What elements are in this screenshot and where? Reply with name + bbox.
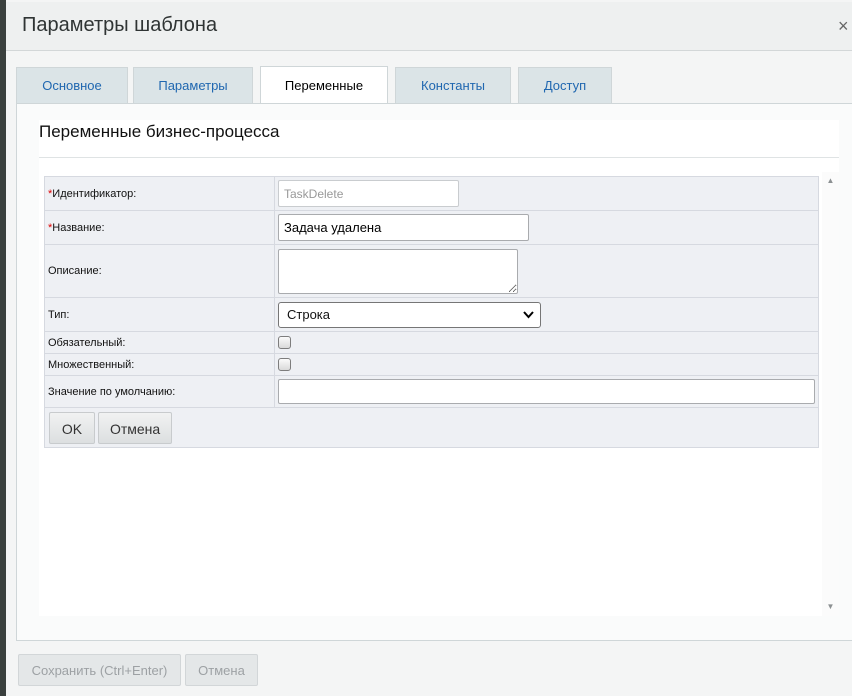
id-label-cell: *Идентификатор: <box>44 176 275 211</box>
default-label: Значение по умолчанию: <box>48 385 176 398</box>
multiple-value-cell <box>274 353 819 376</box>
form-row-multiple: Множественный: <box>44 353 819 376</box>
dialog-title: Параметры шаблона <box>22 14 218 36</box>
tab-access[interactable]: Доступ <box>518 67 612 103</box>
description-label: Описание: <box>48 265 102 277</box>
tab-panel-variables: Переменные бизнес-процесса *Идентификато… <box>16 103 852 641</box>
name-value-cell <box>274 210 819 245</box>
name-input[interactable] <box>278 214 529 241</box>
form-row-id: *Идентификатор: <box>44 176 819 211</box>
form-row-actions: OK Отмена <box>44 407 819 448</box>
description-label-cell: Описание: <box>44 244 275 298</box>
default-value-input[interactable] <box>278 379 815 404</box>
type-value-cell: Строка <box>274 297 819 332</box>
id-label: Идентификатор: <box>52 187 137 200</box>
description-value-cell <box>274 244 819 298</box>
chevron-down-icon <box>523 303 534 335</box>
form-row-name: *Название: <box>44 210 819 245</box>
heading-divider <box>39 157 839 158</box>
multiple-checkbox[interactable] <box>278 358 291 371</box>
required-label-cell: Обязательный: <box>44 331 275 354</box>
required-value-cell <box>274 331 819 354</box>
required-checkbox[interactable] <box>278 336 291 349</box>
form-row-description: Описание: <box>44 244 819 298</box>
tab-variables[interactable]: Переменные <box>260 66 388 104</box>
type-label-cell: Тип: <box>44 297 275 332</box>
required-label: Обязательный: <box>48 336 126 349</box>
name-label-cell: *Название: <box>44 210 275 245</box>
variable-form: *Идентификатор: *Название: <box>44 176 819 448</box>
tab-parameters[interactable]: Параметры <box>133 67 253 103</box>
form-row-type: Тип: Строка <box>44 297 819 332</box>
variables-content: Переменные бизнес-процесса *Идентификато… <box>39 120 839 616</box>
multiple-label-cell: Множественный: <box>44 353 275 376</box>
id-value-cell <box>274 176 819 211</box>
dialog-title-bar: Параметры шаблона × <box>6 2 852 51</box>
actions-cell: OK Отмена <box>44 407 819 448</box>
ok-button[interactable]: OK <box>49 411 95 444</box>
multiple-label: Множественный: <box>48 358 135 371</box>
vertical-scrollbar[interactable]: ▲ ▼ <box>822 172 839 616</box>
save-button[interactable]: Сохранить (Ctrl+Enter) <box>18 654 181 686</box>
default-value-cell <box>274 375 819 408</box>
type-selected-value: Строка <box>287 306 331 322</box>
type-label: Тип: <box>48 308 70 321</box>
name-label: Название: <box>52 221 105 234</box>
section-heading: Переменные бизнес-процесса <box>39 122 280 141</box>
dialog-cancel-button[interactable]: Отмена <box>185 654 258 686</box>
form-row-default: Значение по умолчанию: <box>44 375 819 408</box>
id-input <box>278 180 459 207</box>
close-icon[interactable]: × <box>838 17 849 35</box>
scroll-down-icon[interactable]: ▼ <box>822 602 839 611</box>
tab-constants[interactable]: Константы <box>395 67 511 103</box>
form-cancel-button[interactable]: Отмена <box>98 411 173 444</box>
default-label-cell: Значение по умолчанию: <box>44 375 275 408</box>
form-row-required: Обязательный: <box>44 331 819 354</box>
template-parameters-dialog: Параметры шаблона × Основное Параметры П… <box>6 0 852 696</box>
type-select[interactable]: Строка <box>278 301 541 328</box>
description-textarea[interactable] <box>278 248 518 294</box>
scroll-up-icon[interactable]: ▲ <box>822 176 839 185</box>
tab-basic[interactable]: Основное <box>16 67 128 103</box>
